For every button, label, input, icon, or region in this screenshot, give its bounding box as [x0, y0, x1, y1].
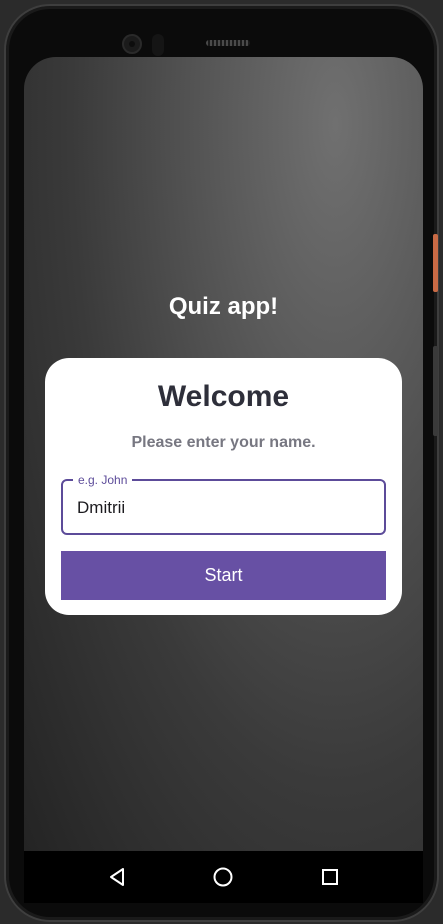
front-camera — [122, 34, 142, 54]
camera-sensor — [152, 34, 164, 56]
welcome-card: Welcome Please enter your name. e.g. Joh… — [45, 358, 402, 615]
home-icon[interactable] — [203, 857, 243, 897]
name-prompt: Please enter your name. — [131, 434, 316, 451]
volume-button — [433, 346, 438, 436]
recents-icon[interactable] — [310, 857, 350, 897]
earpiece-speaker — [206, 40, 250, 46]
app-title: Quiz app! — [168, 293, 279, 320]
welcome-heading: Welcome — [157, 380, 290, 413]
app-screen: Quiz app! Welcome Please enter your name… — [24, 57, 423, 903]
back-icon[interactable] — [97, 857, 137, 897]
power-button — [433, 234, 438, 292]
name-field[interactable]: e.g. John — [61, 472, 386, 535]
name-field-label: e.g. John — [73, 472, 133, 488]
system-nav-bar — [24, 851, 423, 903]
start-button[interactable]: Start — [61, 551, 386, 600]
name-input[interactable] — [77, 498, 367, 518]
